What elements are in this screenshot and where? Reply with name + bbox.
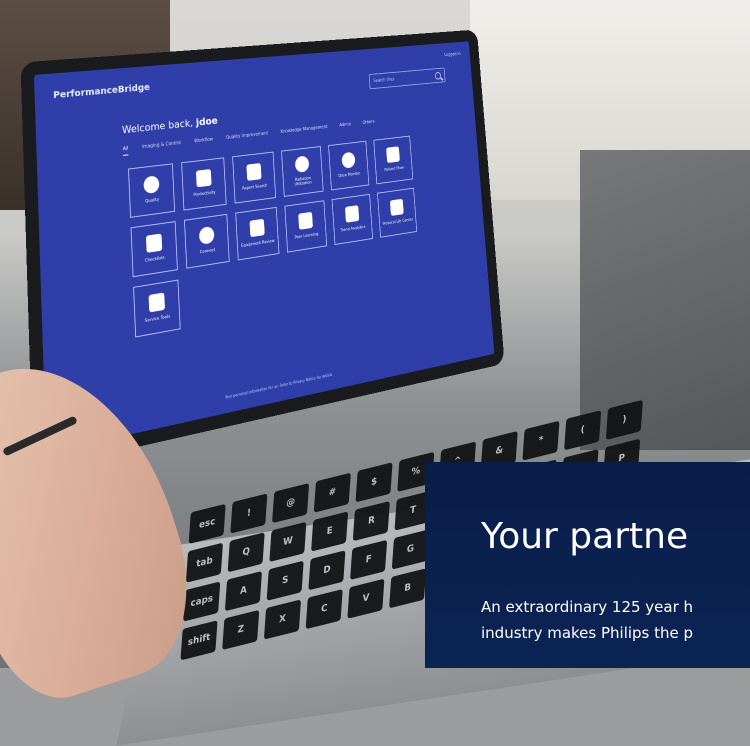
tile-equipment-review[interactable]: Equipment Review [235,206,280,261]
keyboard-key[interactable]: caps [183,581,221,622]
tile-label: Peer Learning [294,232,319,241]
chart-dots-icon [249,218,265,238]
welcome-message: Welcome back, jdoe [122,115,218,137]
tile-label: Checklists [144,256,165,265]
keyboard-key[interactable]: tab [185,542,224,583]
target-icon [341,151,356,170]
tile-service-tools[interactable]: Service Tools [133,279,181,338]
tile-label: Equipment Review [241,239,275,250]
gauge-icon [294,155,310,173]
tile-protocol-lib-center[interactable]: Protocol Lib Center [377,187,418,238]
tab-quality-improvement[interactable]: Quality Improvement [226,131,269,145]
tab-all[interactable]: All [122,145,129,156]
keyboard-key[interactable]: F [350,539,388,580]
keyboard-key[interactable]: S [266,560,304,601]
tile-checklists[interactable]: Checklists [130,221,178,278]
tab-admin[interactable]: Admin [339,122,351,132]
tile-label: Patient Flow [384,166,404,174]
search-doc-icon [389,198,404,217]
tile-dose-monitor[interactable]: Dose Monitor [328,140,370,191]
tile-productivity[interactable]: Productivity [181,157,227,211]
keyboard-key[interactable]: Q [227,532,265,573]
tile-quality[interactable]: Quality [128,163,176,218]
tile-label: Connect [199,248,216,256]
tile-label: Dose Monitor [338,171,361,180]
keyboard-key[interactable]: X [263,599,302,640]
grid-icon [195,169,212,188]
award-icon [143,175,160,195]
promo-text-line-2: industry makes Philips the p [481,624,694,642]
promo-text: An extraordinary 125 year h industry mak… [481,594,693,646]
promo-text-line-1: An extraordinary 125 year h [481,598,694,616]
trend-icon [344,205,360,224]
tile-label: Protocol Lib Center [382,218,414,228]
keyboard-key[interactable]: E [311,511,349,552]
tile-radiation-utilization[interactable]: Radiation Utilization [281,146,324,197]
search-placeholder: Search tiles [373,76,395,84]
tile-peer-learning[interactable]: Peer Learning [284,200,328,253]
tile-patient-flow[interactable]: Patient Flow [373,135,414,185]
welcome-user: jdoe [195,114,219,129]
tab-knowledge-management[interactable]: Knowledge Management [280,124,327,138]
tab-workflow[interactable]: Workflow [194,137,213,148]
welcome-prefix: Welcome back, [121,116,194,137]
tab-imaging-control[interactable]: Imaging & Control [142,140,181,154]
tile-trend-analytics[interactable]: Trend Analytics [331,193,374,246]
tile-label: Report Search [242,184,268,192]
tile-report-search[interactable]: Report Search [232,151,277,204]
tile-label: Service Tools [144,314,171,325]
login-link[interactable]: Logged in [444,52,461,58]
tile-grid: Quality Productivity Report Search Radia… [128,135,421,338]
tile-label: Radiation Utilization [294,175,313,188]
network-icon [198,226,215,246]
keyboard-key[interactable]: R [352,501,390,542]
keyboard-key[interactable]: W [269,521,307,562]
document-search-icon [246,163,262,182]
promo-title: Your partne [481,516,689,557]
keyboard-key[interactable]: shift [180,620,218,661]
keyboard-key[interactable]: C [305,589,343,630]
tab-others[interactable]: Others [362,119,375,129]
tile-connect[interactable]: Connect [183,213,230,269]
keyboard-key[interactable]: V [347,578,385,619]
keyboard-key[interactable]: Z [222,609,260,651]
tile-label: Trend Analytics [340,225,366,234]
promo-panel: Your partne An extraordinary 125 year h … [425,462,750,668]
shield-icon [298,212,313,231]
clipboard-icon [145,233,163,254]
tile-label: Productivity [193,190,216,199]
app-logo[interactable]: PerformanceBridge [53,82,150,101]
keyboard-key[interactable]: B [389,568,427,609]
tools-icon [148,292,166,313]
keyboard-key[interactable]: G [391,529,429,570]
search-input[interactable]: Search tiles [368,67,446,90]
tile-label: Quality [145,198,160,205]
keyboard-key[interactable]: A [224,571,263,612]
person-icon [386,146,400,164]
search-icon[interactable] [434,71,442,80]
keyboard-key[interactable]: D [308,550,346,591]
